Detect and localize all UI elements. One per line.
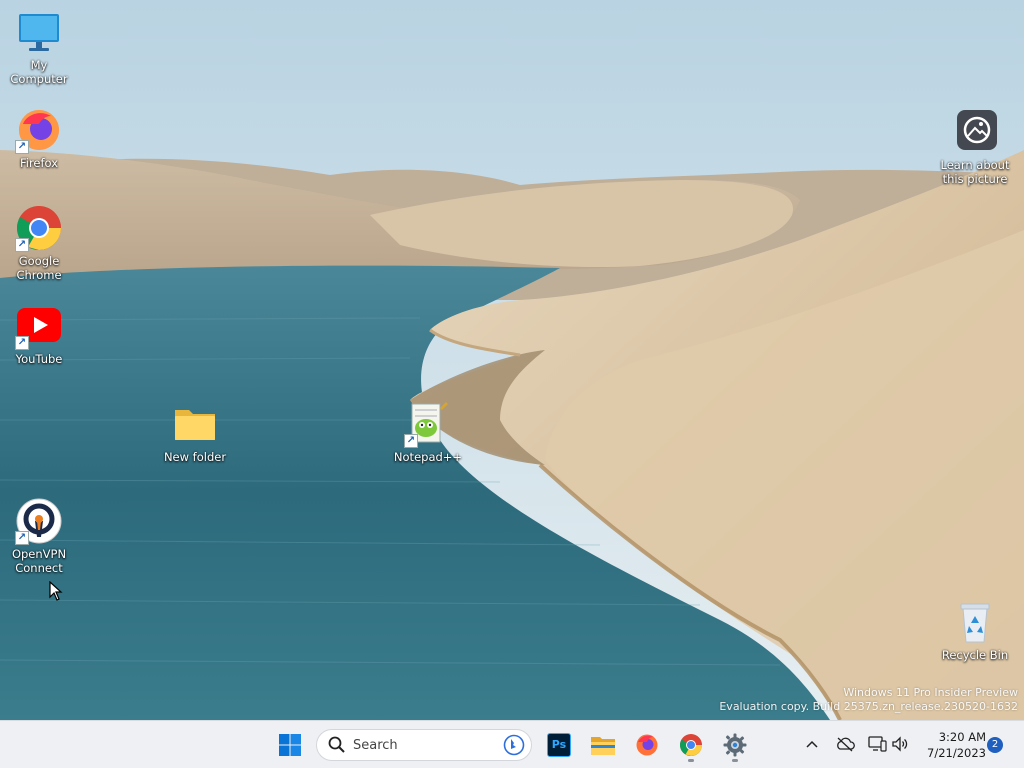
desktop-icon-youtube[interactable]: ↗ YouTube — [0, 302, 79, 366]
desktop-icon-my-computer[interactable]: My Computer — [0, 8, 79, 86]
youtube-icon: ↗ — [15, 302, 63, 350]
taskbar-file-explorer[interactable] — [585, 727, 621, 763]
volume-control[interactable] — [889, 733, 911, 755]
folder-icon — [171, 400, 219, 448]
firefox-icon — [636, 734, 658, 756]
onedrive-offline-icon — [837, 737, 855, 752]
shortcut-arrow-icon: ↗ — [15, 336, 29, 350]
windows-watermark: Windows 11 Pro Insider Preview Evaluatio… — [719, 686, 1018, 714]
clock-date: 7/21/2023 — [927, 746, 986, 760]
taskbar: Ps 3:20 AM 7/21/202 — [0, 720, 1024, 768]
desktop-wallpaper — [0, 0, 1024, 720]
search-icon — [328, 736, 345, 753]
desktop-icon-label: Google Chrome — [16, 254, 62, 282]
windows-start-icon — [279, 734, 301, 756]
desktop-icon-firefox[interactable]: ↗ Firefox — [0, 106, 79, 170]
watermark-build: Evaluation copy. Build 25375.zn_release.… — [719, 700, 1018, 713]
recycle-bin-icon — [951, 598, 999, 646]
running-indicator — [688, 759, 694, 762]
desktop-icon-new-folder[interactable]: New folder — [155, 400, 235, 464]
photoshop-icon-text: Ps — [551, 738, 567, 751]
running-indicator — [732, 759, 738, 762]
shortcut-arrow-icon: ↗ — [15, 140, 29, 154]
desktop-icon-label: Recycle Bin — [941, 648, 1009, 662]
notepadpp-icon: ↗ — [404, 400, 452, 448]
network-icon — [868, 736, 887, 752]
taskbar-firefox[interactable] — [629, 727, 665, 763]
clock-time: 3:20 AM — [938, 730, 986, 744]
show-hidden-icons-button[interactable] — [801, 733, 823, 755]
desktop-icon-label: Firefox — [19, 156, 59, 170]
desktop-icon-learn-about-picture[interactable]: Learn about this picture — [935, 108, 1015, 186]
settings-gear-icon — [723, 733, 747, 757]
shortcut-arrow-icon: ↗ — [15, 531, 29, 545]
desktop-icon-openvpn[interactable]: ↗ OpenVPN Connect — [0, 497, 79, 575]
taskbar-chrome[interactable] — [673, 727, 709, 763]
desktop-icon-label: Learn about this picture — [940, 158, 1010, 186]
firefox-icon: ↗ — [15, 106, 63, 154]
chrome-icon: ↗ — [15, 204, 63, 252]
chevron-up-icon — [806, 740, 818, 748]
volume-icon — [892, 736, 908, 752]
watermark-edition: Windows 11 Pro Insider Preview — [843, 686, 1018, 699]
monitor-icon — [15, 8, 63, 56]
picture-info-icon — [951, 108, 999, 156]
chrome-icon — [680, 734, 702, 756]
openvpn-icon: ↗ — [15, 497, 63, 545]
notification-badge[interactable]: 2 — [987, 737, 1003, 753]
file-explorer-icon — [591, 737, 615, 755]
shortcut-arrow-icon: ↗ — [404, 434, 418, 448]
mouse-cursor-icon — [49, 580, 63, 605]
taskbar-settings[interactable] — [717, 727, 753, 763]
desktop-icon-notepadpp[interactable]: ↗ Notepad++ — [388, 400, 468, 464]
shortcut-arrow-icon: ↗ — [15, 238, 29, 252]
desktop-icon-label: Notepad++ — [393, 450, 463, 464]
network-status[interactable] — [866, 733, 888, 755]
desktop-icon-label: YouTube — [15, 352, 63, 366]
bing-icon[interactable] — [503, 734, 525, 756]
desktop-icon-label: OpenVPN Connect — [11, 547, 67, 575]
onedrive-status[interactable] — [834, 733, 856, 755]
taskbar-photoshop[interactable]: Ps — [541, 727, 577, 763]
desktop-icon-google-chrome[interactable]: ↗ Google Chrome — [0, 204, 79, 282]
desktop-icon-label: My Computer — [10, 58, 68, 86]
start-button[interactable] — [272, 727, 308, 763]
taskbar-search-box[interactable] — [316, 729, 532, 761]
search-input[interactable] — [353, 737, 493, 753]
photoshop-icon: Ps — [547, 733, 571, 757]
desktop-icon-recycle-bin[interactable]: Recycle Bin — [935, 598, 1015, 662]
taskbar-clock[interactable]: 3:20 AM 7/21/2023 — [916, 729, 986, 761]
desktop-icon-label: New folder — [163, 450, 227, 464]
